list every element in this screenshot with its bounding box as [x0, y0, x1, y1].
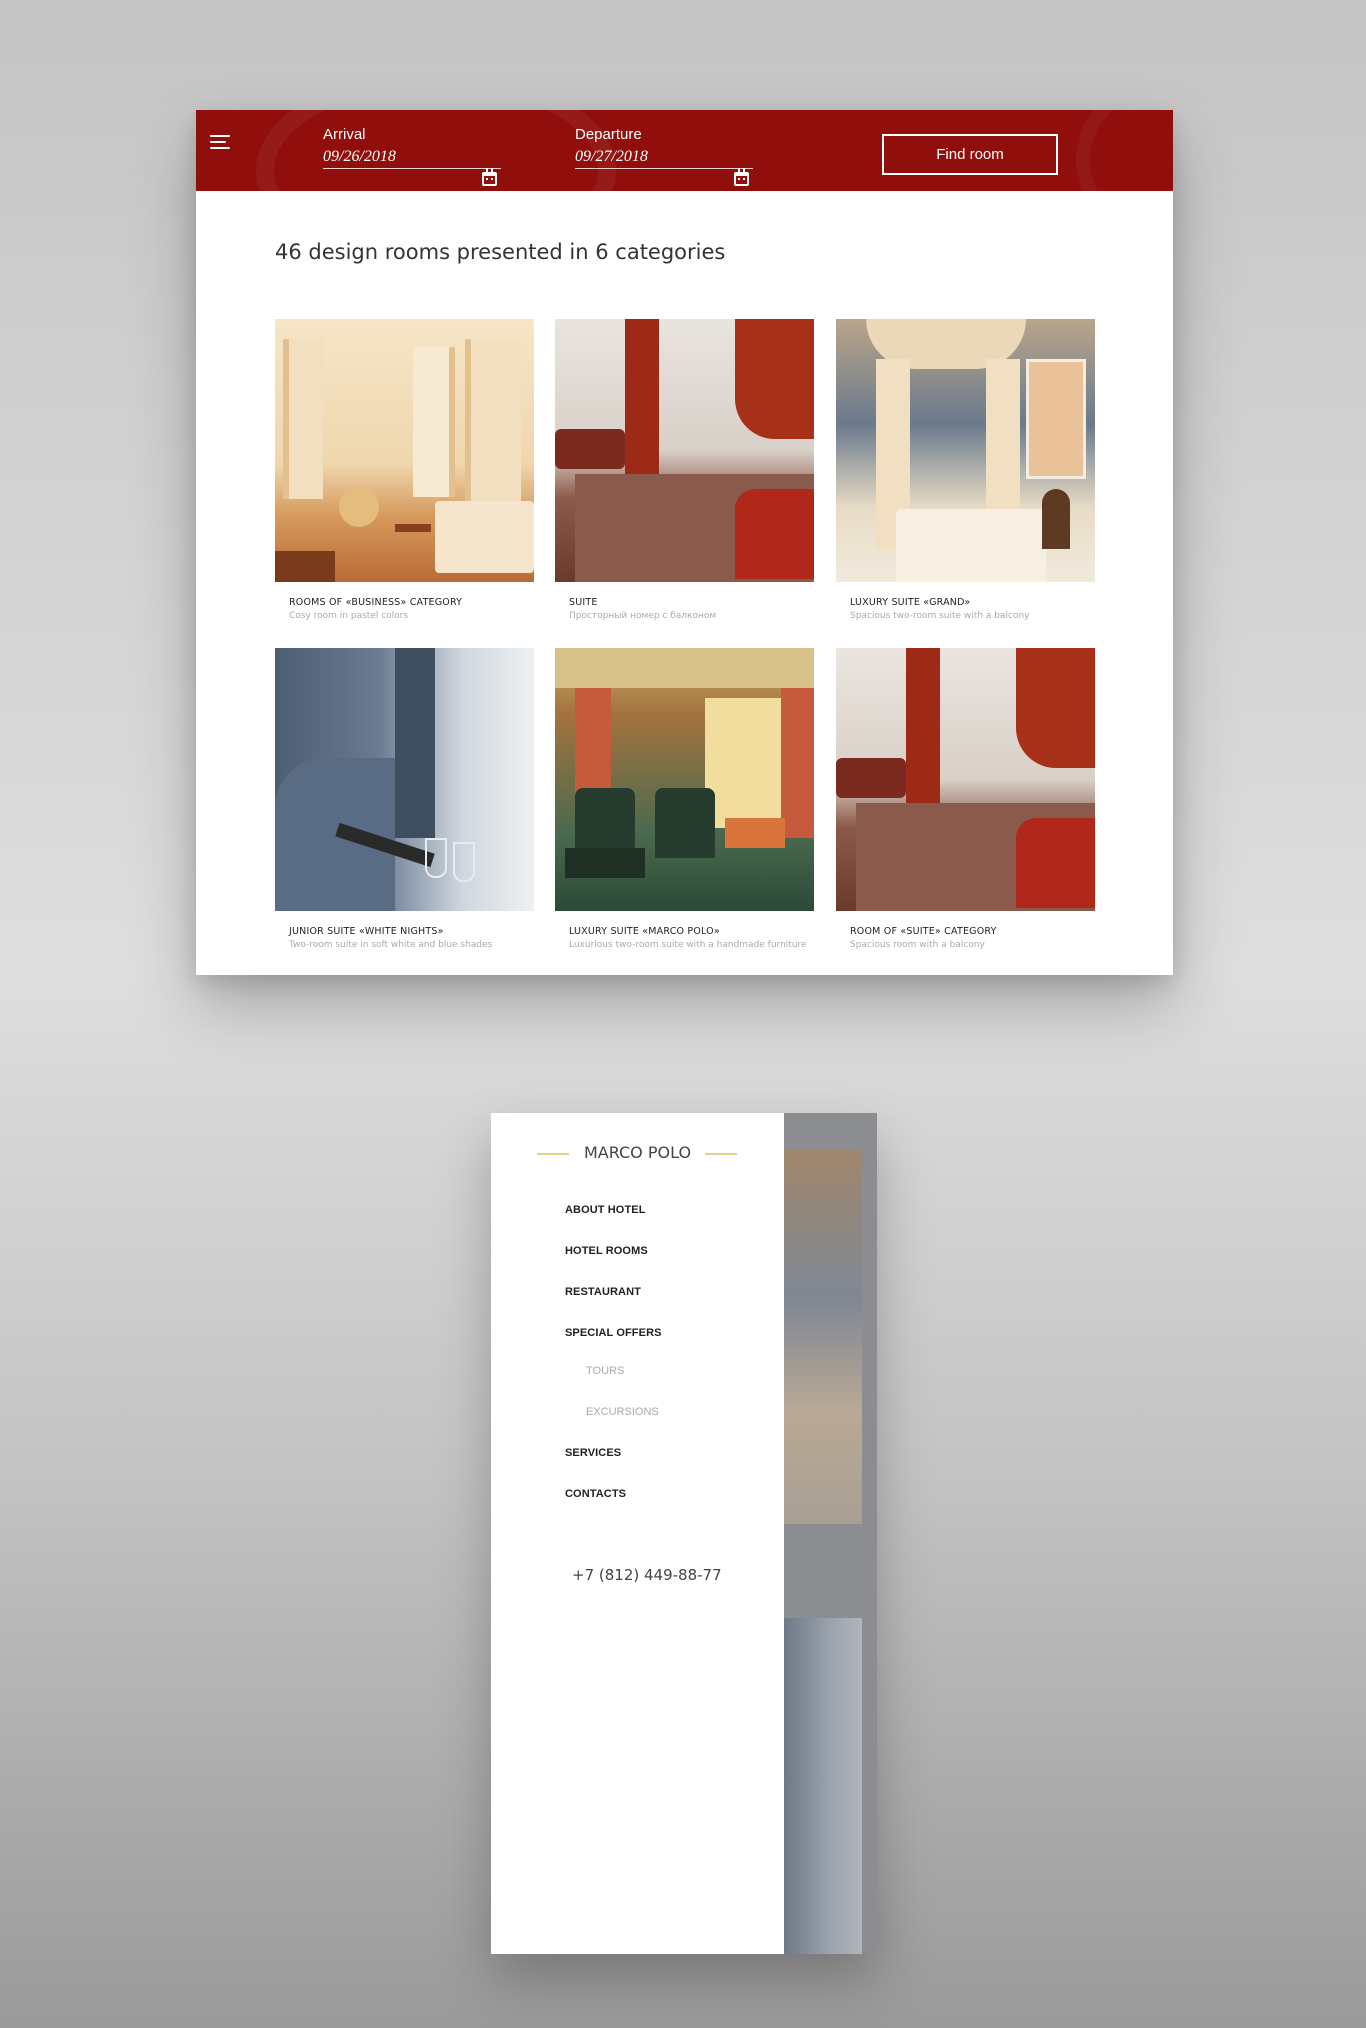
room-photo[interactable] [275, 648, 534, 911]
room-photo [784, 1618, 862, 1954]
side-menu-drawer: MARCO POLO ABOUT HOTEL HOTEL ROOMS RESTA… [491, 1113, 784, 1954]
room-card[interactable]: LUXURY SUITE «GRAND» Spacious two-room s… [836, 319, 1095, 621]
menu-item-contacts[interactable]: CONTACTS [565, 1488, 662, 1529]
brand-divider [705, 1153, 737, 1155]
room-description: Luxurious two-room suite with a handmade… [569, 940, 807, 950]
arrival-field-group: Arrival [323, 126, 501, 186]
booking-bar: Arrival Departure Find room [196, 110, 1173, 191]
room-title: LUXURY SUITE «GRAND» [850, 597, 971, 608]
departure-label: Departure [575, 126, 642, 143]
room-photo[interactable] [555, 648, 814, 911]
departure-field-group: Departure [575, 126, 753, 186]
room-title: ROOMS OF «BUSINESS» CATEGORY [289, 597, 463, 608]
departure-date-input[interactable] [575, 147, 753, 169]
menu-item-hotel-rooms[interactable]: HOTEL ROOMS [565, 1245, 662, 1286]
room-photo[interactable] [836, 319, 1095, 582]
brand-name: MARCO POLO [583, 1143, 692, 1162]
arrival-date-input[interactable] [323, 147, 501, 169]
calendar-icon[interactable] [734, 168, 749, 186]
room-title: LUXURY SUITE «MARCO POLO» [569, 926, 720, 937]
submenu-item-excursions[interactable]: EXCURSIONS [565, 1406, 662, 1447]
room-title: SUITE [569, 597, 598, 608]
room-photo[interactable] [555, 319, 814, 582]
submenu-item-tours[interactable]: TOURS [565, 1365, 662, 1406]
room-description: Cosy room in pastel colors [289, 611, 409, 621]
find-room-button[interactable]: Find room [882, 134, 1058, 175]
phone-number[interactable]: +7 (812) 449-88-77 [572, 1566, 722, 1584]
room-photo [784, 1149, 862, 1524]
menu-item-special-offers[interactable]: SPECIAL OFFERS [565, 1327, 662, 1365]
menu-item-about-hotel[interactable]: ABOUT HOTEL [565, 1204, 662, 1245]
menu-icon[interactable] [210, 132, 234, 152]
desktop-rooms-page: Arrival Departure Find room 46 design ro… [196, 110, 1173, 975]
room-photo[interactable] [275, 319, 534, 582]
room-description: Spacious two-room suite with a balcony [850, 611, 1030, 621]
room-description: Spacious room with a balcony [850, 940, 985, 950]
menu-item-restaurant[interactable]: RESTAURANT [565, 1286, 662, 1327]
room-card[interactable]: LUXURY SUITE «MARCO POLO» Luxurious two-… [555, 648, 814, 950]
mobile-menu-mockup: MARCO POLO ABOUT HOTEL HOTEL ROOMS RESTA… [491, 1113, 877, 1954]
menu-item-services[interactable]: SERVICES [565, 1447, 662, 1488]
ornament-decoration [1076, 110, 1173, 191]
room-title: ROOM OF «SUITE» CATEGORY [850, 926, 997, 937]
room-card[interactable]: SUITE Просторный номер с балконом [555, 319, 814, 621]
room-card[interactable]: ROOMS OF «BUSINESS» CATEGORY Cosy room i… [275, 319, 534, 621]
calendar-icon[interactable] [482, 168, 497, 186]
room-card[interactable]: JUNIOR SUITE «WHITE NIGHTS» Two-room sui… [275, 648, 534, 950]
room-photo[interactable] [836, 648, 1095, 911]
main-menu: ABOUT HOTEL HOTEL ROOMS RESTAURANT SPECI… [565, 1204, 662, 1529]
page-title: 46 design rooms presented in 6 categorie… [275, 240, 726, 264]
room-card[interactable]: ROOM OF «SUITE» CATEGORY Spacious room w… [836, 648, 1095, 950]
arrival-label: Arrival [323, 126, 366, 143]
room-title: JUNIOR SUITE «WHITE NIGHTS» [289, 926, 444, 937]
room-description: Просторный номер с балконом [569, 611, 717, 621]
room-description: Two-room suite in soft white and blue sh… [289, 940, 493, 950]
